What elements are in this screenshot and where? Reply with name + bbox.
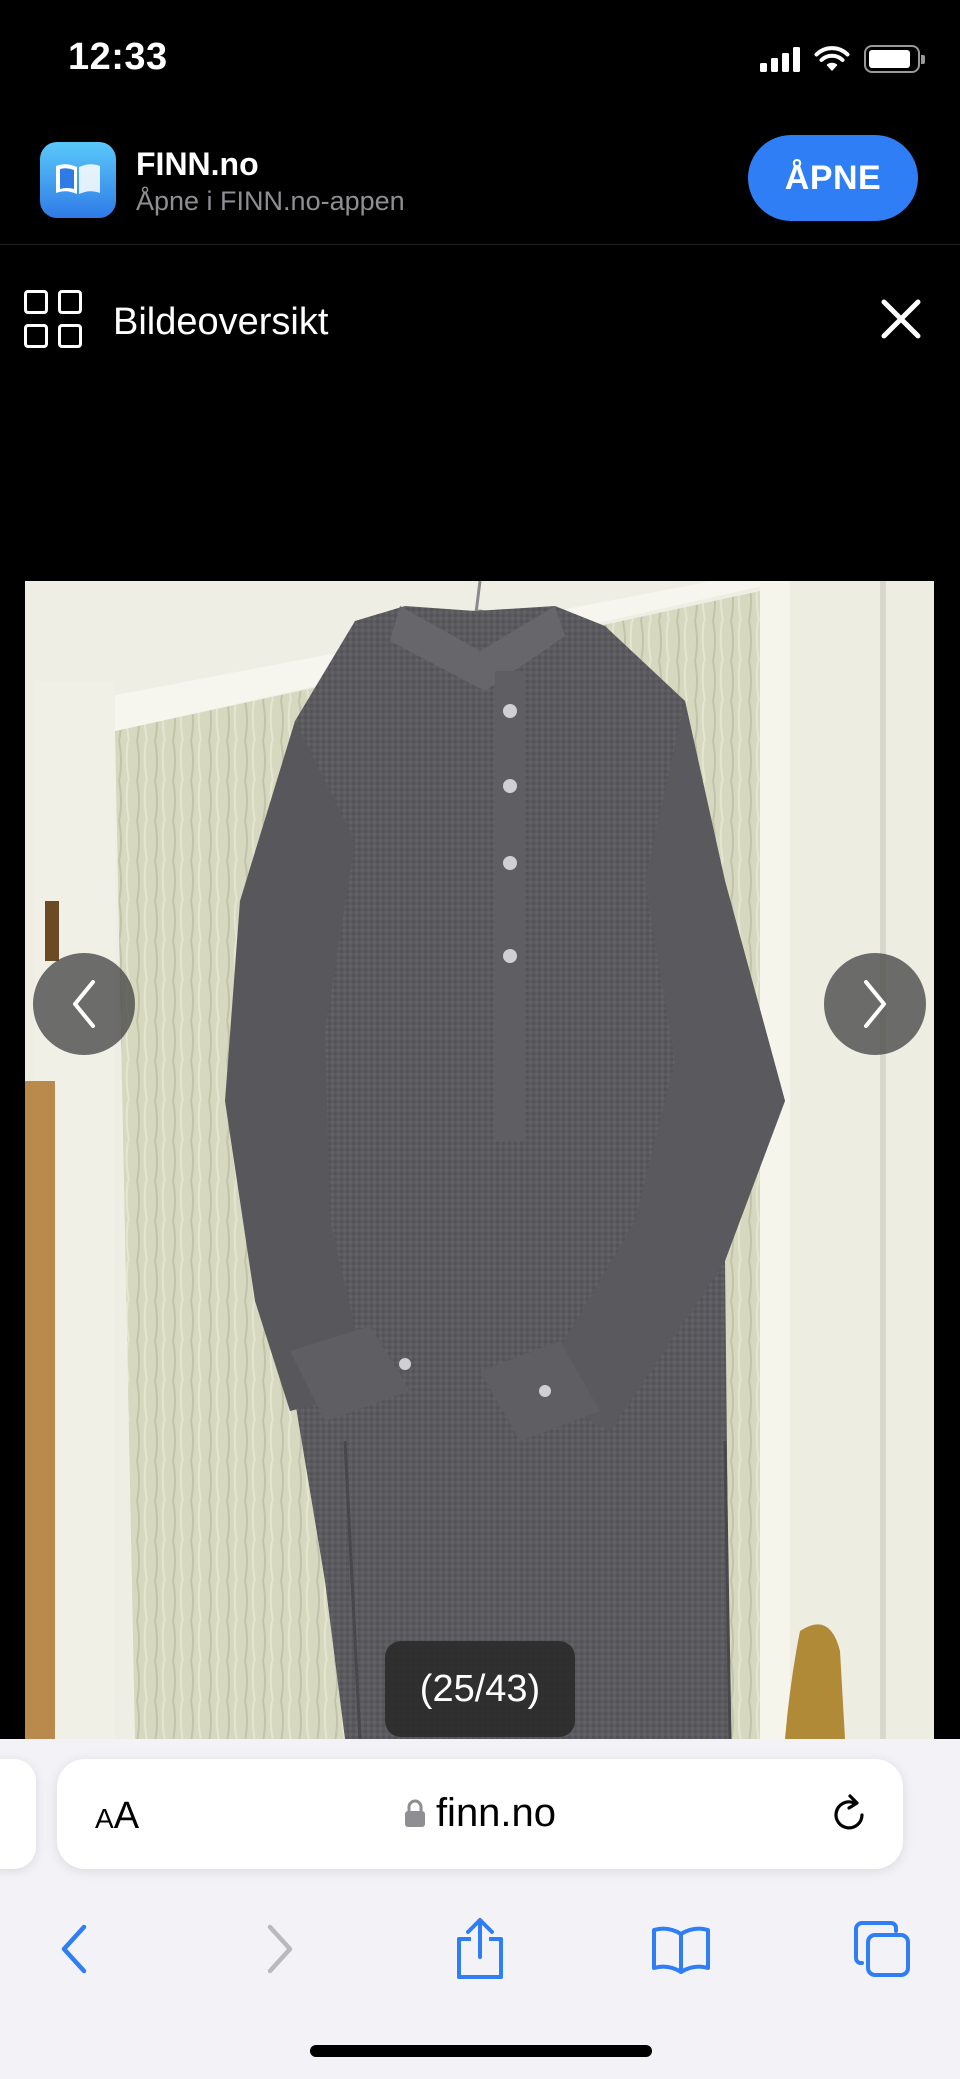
finn-app-icon	[40, 142, 116, 218]
back-button[interactable]	[24, 1899, 124, 1999]
close-icon[interactable]	[878, 296, 924, 342]
listing-photo[interactable]	[25, 581, 934, 1739]
forward-icon	[267, 1924, 293, 1974]
app-subtitle: Åpne i FINN.no-appen	[136, 186, 405, 216]
smart-app-banner: FINN.no Åpne i FINN.no-appen ÅPNE	[0, 118, 960, 245]
safari-bottom-bar: AA finn.no	[0, 1739, 960, 2079]
battery-icon	[864, 45, 925, 73]
app-name: FINN.no	[136, 146, 259, 182]
status-time: 12:33	[68, 36, 168, 78]
status-bar: 12:33	[0, 0, 960, 118]
url-text: finn.no	[435, 1791, 557, 1835]
next-image-button[interactable]	[824, 953, 926, 1055]
tabs-button[interactable]	[832, 1899, 932, 1999]
image-counter: (25/43)	[385, 1641, 575, 1737]
cellular-signal-icon	[760, 46, 800, 72]
lock-icon	[404, 1799, 425, 1827]
grid-icon[interactable]	[24, 290, 86, 352]
back-icon	[61, 1924, 87, 1974]
tabs-icon	[854, 1921, 910, 1977]
chevron-left-icon	[73, 980, 95, 1028]
url-display[interactable]: finn.no	[57, 1791, 903, 1836]
image-overview-link[interactable]: Bildeoversikt	[113, 301, 328, 344]
book-icon	[652, 1926, 710, 1974]
home-indicator	[310, 2045, 652, 2057]
safari-toolbar	[0, 1899, 960, 1999]
chevron-right-icon	[864, 980, 886, 1028]
previous-image-button[interactable]	[33, 953, 135, 1055]
forward-button[interactable]	[230, 1899, 330, 1999]
previous-tab-preview[interactable]	[0, 1759, 36, 1869]
status-icons	[760, 42, 925, 76]
address-bar[interactable]: AA finn.no	[57, 1759, 903, 1869]
open-app-button[interactable]: ÅPNE	[748, 135, 918, 221]
wifi-icon	[814, 46, 850, 71]
share-icon	[457, 1918, 503, 1979]
bookmarks-button[interactable]	[631, 1899, 731, 1999]
reload-icon[interactable]	[829, 1793, 869, 1835]
image-viewer-header: Bildeoversikt	[0, 246, 960, 396]
share-button[interactable]	[430, 1899, 530, 1999]
